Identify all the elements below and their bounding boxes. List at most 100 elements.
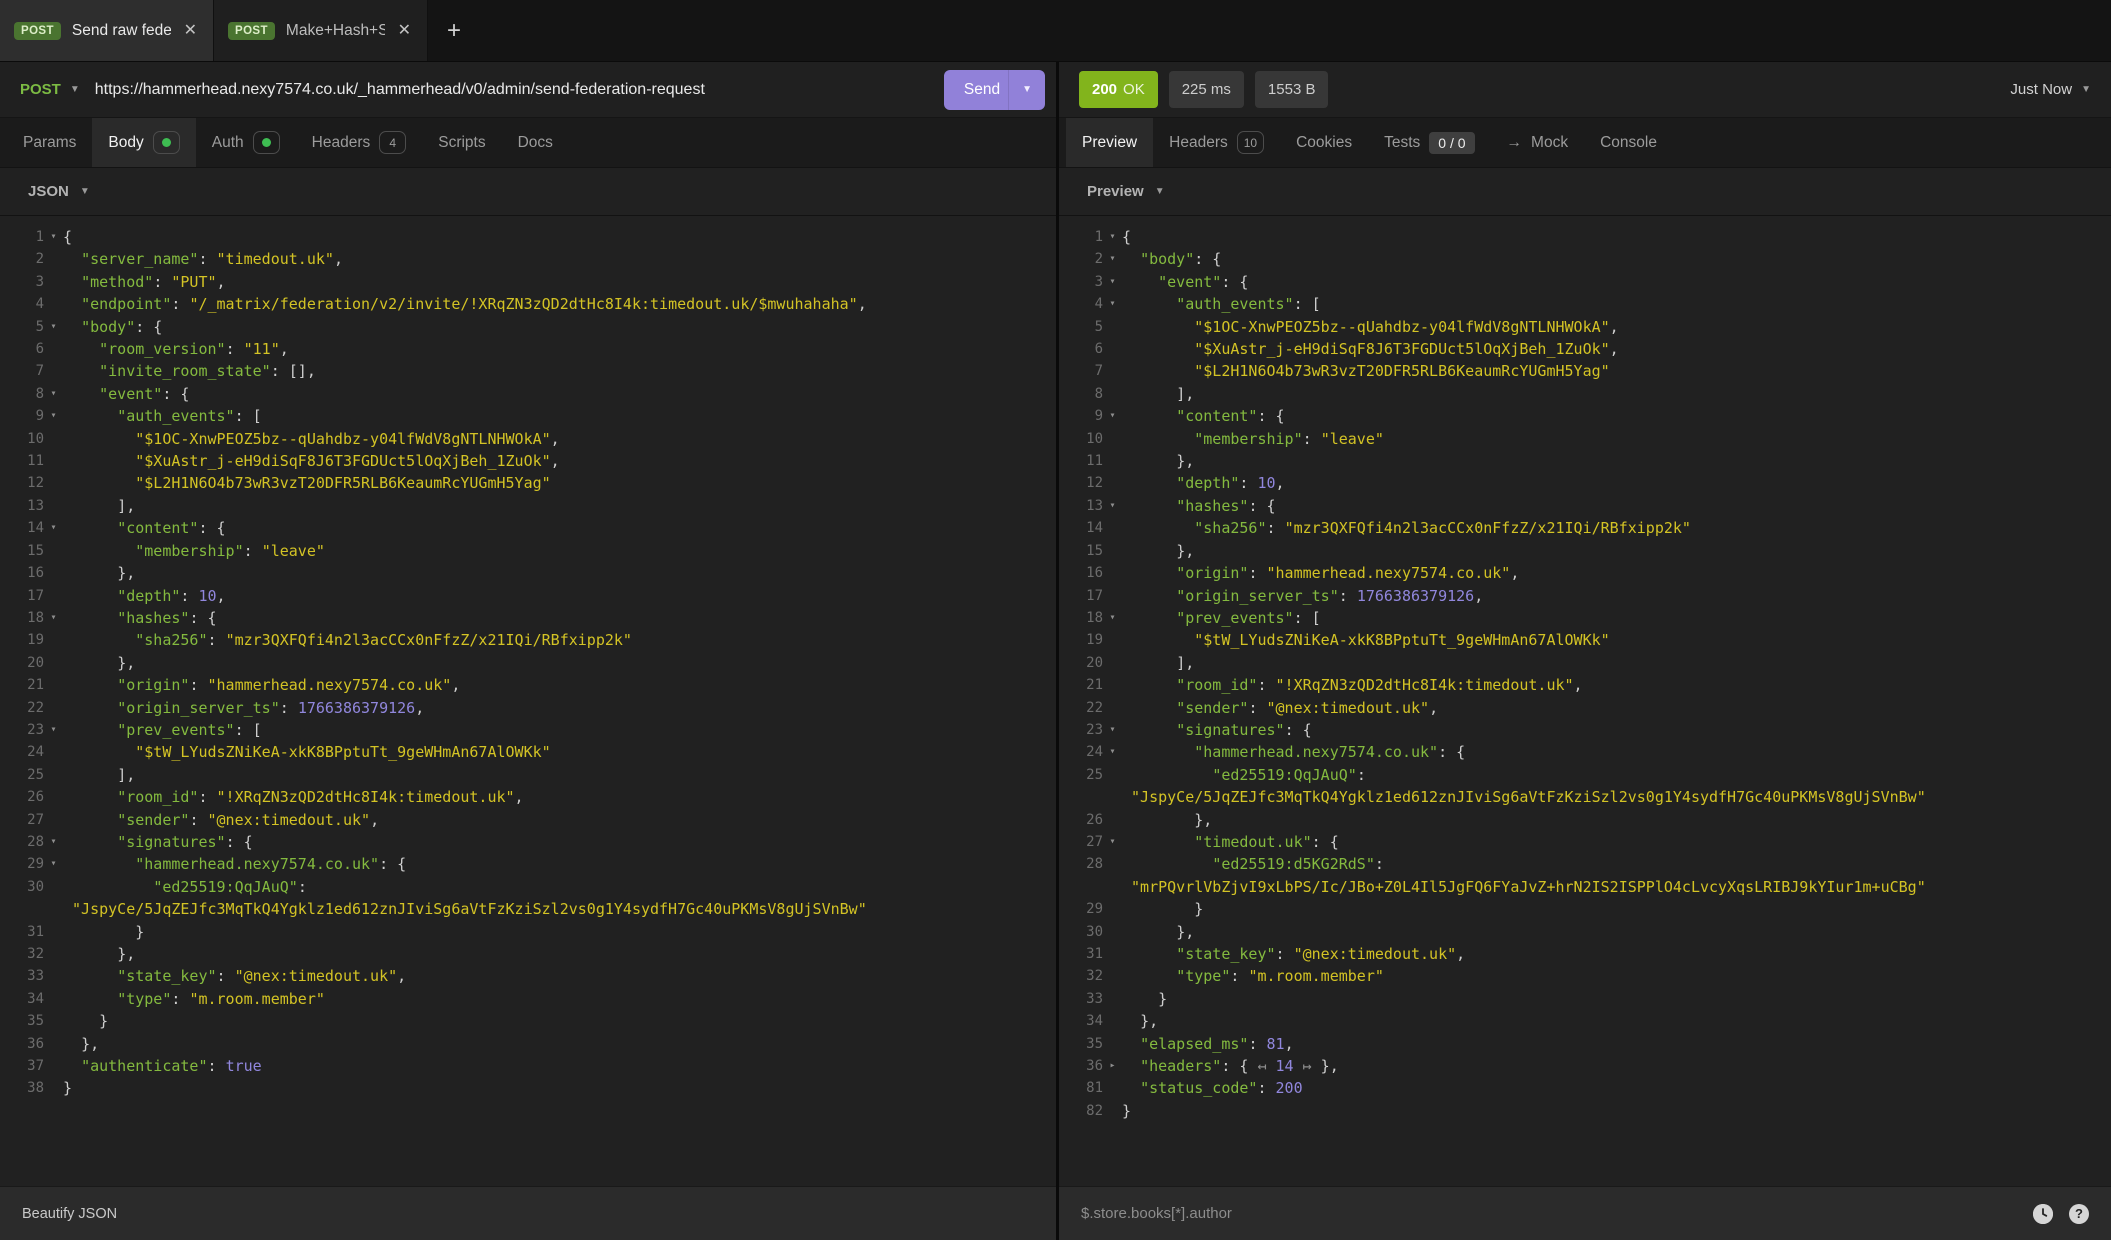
code-text: }, [1122,809,1212,831]
tab-body[interactable]: Body [92,118,195,167]
code-text: "hammerhead.nexy7574.co.uk": { [63,853,406,875]
fold-toggle-icon[interactable]: ▾ [1103,293,1122,315]
fold-toggle-icon[interactable]: ▾ [1103,248,1122,270]
fold-spacer [1103,652,1122,674]
fold-spacer [1103,809,1122,831]
fold-toggle-icon[interactable]: ▾ [1103,719,1122,741]
line-number: 36 [0,1033,44,1055]
fold-spacer [44,764,63,786]
fold-spacer [44,293,63,315]
fold-toggle-icon[interactable]: ▾ [1103,495,1122,517]
fold-spacer [44,495,63,517]
fold-toggle-icon[interactable]: ▾ [1103,741,1122,763]
tab-label: Preview [1082,134,1137,152]
code-line: 15 }, [1059,540,2111,562]
fold-spacer [44,338,63,360]
tab-auth[interactable]: Auth [196,118,296,167]
fold-toggle-icon[interactable]: ▾ [44,405,63,427]
tab-cookies[interactable]: Cookies [1280,118,1368,167]
tab-tests[interactable]: Tests0 / 0 [1368,118,1490,167]
line-number: 33 [1059,988,1103,1010]
request-tab[interactable]: POSTSend raw federati...✕ [0,0,214,61]
code-text: "hammerhead.nexy7574.co.uk": { [1122,741,1465,763]
tab-params[interactable]: Params [7,118,92,167]
fold-toggle-icon[interactable]: ▾ [44,226,63,248]
code-line: 24 "$tW_LYudsZNiKeA-xkK8BPptuTt_9geWHmAn… [0,741,1056,763]
fold-toggle-icon[interactable]: ▾ [44,607,63,629]
line-number: 14 [0,517,44,539]
fold-spacer [1103,562,1122,584]
fold-toggle-icon[interactable]: ▾ [1103,405,1122,427]
tab-headers[interactable]: Headers10 [1153,118,1280,167]
tab-label: Scripts [438,134,485,152]
response-body-viewer[interactable]: 1▾{2▾ "body": {3▾ "event": {4▾ "auth_eve… [1059,216,2111,1186]
tab-preview[interactable]: Preview [1066,118,1153,167]
method-badge: POST [228,22,275,40]
response-history-dropdown[interactable]: Just Now ▼ [2010,81,2091,98]
code-line: 25 ], [0,764,1056,786]
tab-console[interactable]: Console [1584,118,1673,167]
code-text: "timedout.uk": { [1122,831,1339,853]
line-number: 31 [1059,943,1103,965]
send-options-chevron-down-icon[interactable]: ▼ [1008,70,1045,110]
line-number: 32 [0,943,44,965]
request-tab[interactable]: POSTMake+Hash+Sign...✕ [214,0,428,61]
tab-mock[interactable]: →Mock [1491,118,1585,167]
fold-toggle-icon[interactable]: ▾ [44,517,63,539]
fold-toggle-icon[interactable]: ▾ [1103,226,1122,248]
fold-toggle-icon[interactable]: ▸ [1103,1055,1122,1077]
line-number: 7 [0,360,44,382]
code-text: "sender": "@nex:timedout.uk", [63,809,379,831]
tab-headers[interactable]: Headers4 [296,118,423,167]
line-number: 3 [1059,271,1103,293]
fold-toggle-icon[interactable]: ▾ [1103,607,1122,629]
beautify-json-button[interactable]: Beautify JSON [22,1206,117,1222]
close-icon[interactable]: ✕ [396,21,413,41]
new-tab-button[interactable]: + [428,0,480,61]
response-filter-input[interactable]: $.store.books[*].author [1081,1205,2017,1222]
code-line: 11 }, [1059,450,2111,472]
fold-toggle-icon[interactable]: ▾ [1103,831,1122,853]
history-clock-icon[interactable] [2033,1204,2053,1224]
code-line: 1▾{ [1059,226,2111,248]
fold-toggle-icon[interactable]: ▾ [44,853,63,875]
request-body-editor[interactable]: 1▾{2 "server_name": "timedout.uk",3 "met… [0,216,1056,1186]
code-line: 28 "ed25519:d5KG2RdS": [1059,853,2111,875]
fold-toggle-icon[interactable]: ▾ [1103,271,1122,293]
line-number: 4 [1059,293,1103,315]
fold-spacer [44,450,63,472]
close-icon[interactable]: ✕ [182,21,199,41]
line-number [1059,876,1103,898]
fold-spacer [1103,764,1122,786]
tab-scripts[interactable]: Scripts [422,118,501,167]
body-language-selector[interactable]: JSON ▼ [28,183,90,200]
fold-toggle-icon[interactable]: ▾ [44,383,63,405]
fold-spacer [44,1055,63,1077]
fold-toggle-icon[interactable]: ▾ [44,831,63,853]
send-button[interactable]: Send ▼ [944,70,1045,110]
url-input[interactable]: https://hammerhead.nexy7574.co.uk/_hamme… [95,81,929,99]
code-line: 7 "$L2H1N6O4b73wR3vzT20DFR5RLB6KeaumRcYU… [1059,360,2111,382]
help-icon[interactable]: ? [2069,1204,2089,1224]
line-number: 22 [1059,697,1103,719]
preview-mode-selector[interactable]: Preview ▼ [1087,183,1165,200]
line-number: 24 [0,741,44,763]
fold-toggle-icon[interactable]: ▾ [44,316,63,338]
code-text: "depth": 10, [63,585,226,607]
status-code: 200 [1092,81,1117,98]
tab-docs[interactable]: Docs [502,118,569,167]
code-text: "content": { [63,517,226,539]
request-tab-bar: POSTSend raw federati...✕POSTMake+Hash+S… [0,0,2111,62]
fold-spacer [44,652,63,674]
line-number: 25 [0,764,44,786]
line-number: 18 [1059,607,1103,629]
code-text: "$tW_LYudsZNiKeA-xkK8BPptuTt_9geWHmAn67A… [1122,629,1610,651]
method-selector[interactable]: POST ▼ [20,81,80,98]
code-line: 4▾ "auth_events": [ [1059,293,2111,315]
code-text: "depth": 10, [1122,472,1285,494]
code-text: "$1OC-XnwPEOZ5bz--qUahdbz-y04lfWdV8gNTLN… [63,428,560,450]
code-line: 3▾ "event": { [1059,271,2111,293]
line-number: 29 [0,853,44,875]
fold-toggle-icon[interactable]: ▾ [44,719,63,741]
code-text: "elapsed_ms": 81, [1122,1033,1294,1055]
